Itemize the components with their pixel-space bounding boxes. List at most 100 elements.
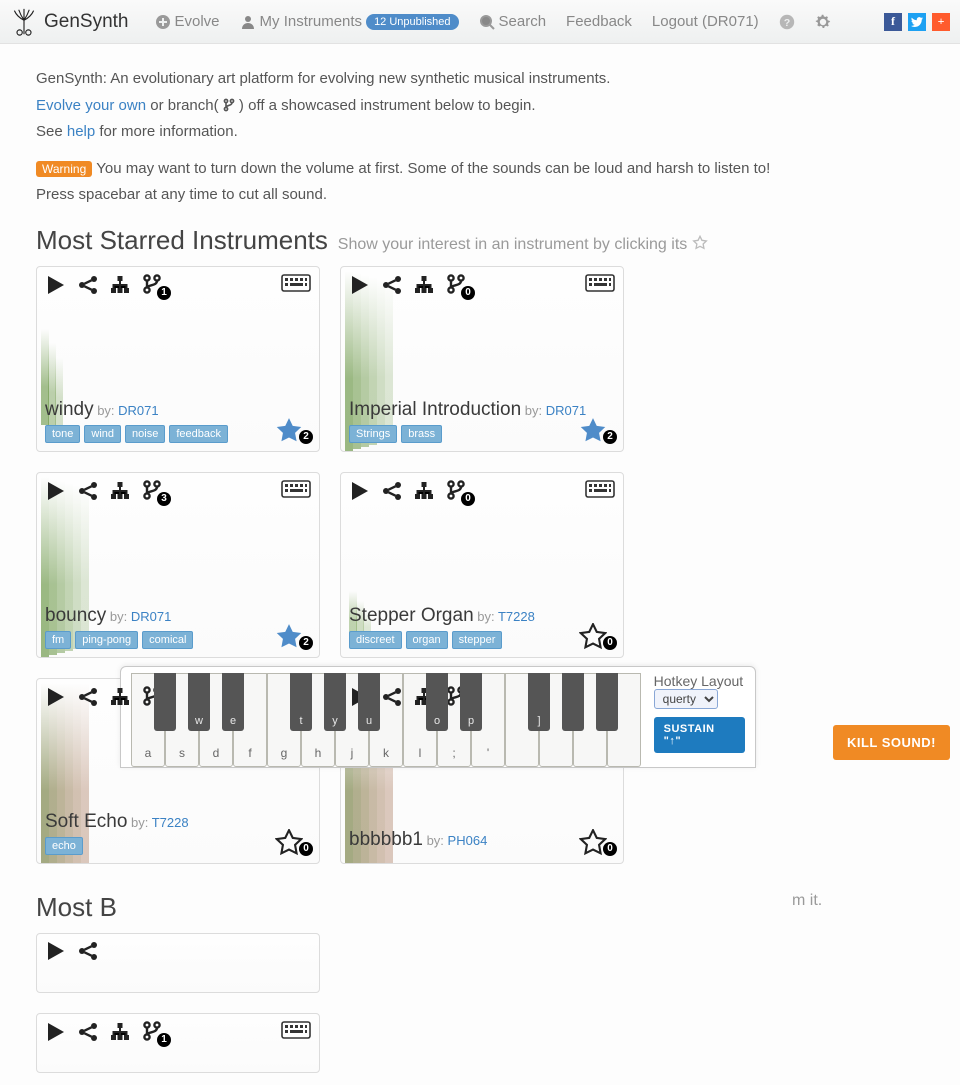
instrument-title[interactable]: bbbbbb1 bbox=[349, 829, 423, 850]
nav-search[interactable]: Search bbox=[471, 7, 555, 36]
black-key[interactable]: u bbox=[358, 673, 380, 731]
share-icon[interactable] bbox=[381, 686, 403, 708]
nav-help[interactable]: ? bbox=[771, 8, 803, 36]
tag[interactable]: ping-pong bbox=[75, 631, 138, 649]
tag[interactable]: noise bbox=[125, 425, 165, 443]
lineage-icon[interactable] bbox=[413, 480, 435, 502]
intro-line2c: ) off a showcased instrument below to be… bbox=[235, 97, 536, 114]
fork-button[interactable]: 1 bbox=[141, 1020, 163, 1045]
sustain-button[interactable]: SUSTAIN "↑" bbox=[654, 717, 745, 753]
black-key[interactable]: p bbox=[460, 673, 482, 731]
tag[interactable]: comical bbox=[142, 631, 193, 649]
unpublished-badge[interactable]: 12 Unpublished bbox=[366, 14, 458, 30]
share-icon[interactable] bbox=[77, 480, 99, 502]
fork-button[interactable]: 0 bbox=[445, 273, 467, 298]
addthis-icon[interactable]: + bbox=[932, 13, 950, 31]
play-icon[interactable] bbox=[45, 1021, 67, 1043]
play-icon[interactable] bbox=[45, 480, 67, 502]
tag[interactable]: discreet bbox=[349, 631, 402, 649]
share-icon[interactable] bbox=[77, 274, 99, 296]
tag[interactable]: feedback bbox=[169, 425, 228, 443]
instrument-card[interactable]: 0Imperial Introduction by: DR071Stringsb… bbox=[340, 266, 624, 452]
black-key[interactable]: ] bbox=[528, 673, 550, 731]
black-key[interactable] bbox=[154, 673, 176, 731]
play-icon[interactable] bbox=[349, 480, 371, 502]
tag[interactable]: organ bbox=[406, 631, 448, 649]
fork-count: 0 bbox=[461, 286, 475, 300]
play-icon[interactable] bbox=[45, 940, 67, 962]
share-icon[interactable] bbox=[381, 480, 403, 502]
section-title: Most B bbox=[36, 892, 117, 922]
facebook-icon[interactable]: f bbox=[884, 13, 902, 31]
black-key[interactable] bbox=[562, 673, 584, 731]
instrument-card[interactable]: 3bouncy by: DR071fmping-pongcomical2 bbox=[36, 472, 320, 658]
tag[interactable]: stepper bbox=[452, 631, 503, 649]
instrument-card[interactable]: 1 bbox=[36, 1013, 320, 1073]
black-key[interactable] bbox=[596, 673, 618, 731]
share-icon[interactable] bbox=[77, 1021, 99, 1043]
author-link[interactable]: PH064 bbox=[448, 833, 488, 848]
keyboard-icon[interactable] bbox=[281, 1020, 311, 1040]
black-key[interactable]: w bbox=[188, 673, 210, 731]
tag[interactable]: Strings bbox=[349, 425, 397, 443]
evolve-your-own-link[interactable]: Evolve your own bbox=[36, 97, 146, 114]
keyboard-icon[interactable] bbox=[281, 273, 311, 293]
tree-logo-icon bbox=[10, 8, 38, 36]
brand[interactable]: GenSynth bbox=[10, 8, 129, 36]
instrument-title[interactable]: bouncy bbox=[45, 605, 106, 626]
share-icon[interactable] bbox=[77, 686, 99, 708]
black-key[interactable]: t bbox=[290, 673, 312, 731]
lineage-icon[interactable] bbox=[109, 1021, 131, 1043]
tag[interactable]: wind bbox=[84, 425, 121, 443]
twitter-icon[interactable] bbox=[908, 13, 926, 31]
play-icon[interactable] bbox=[349, 274, 371, 296]
instrument-title[interactable]: Imperial Introduction bbox=[349, 399, 521, 420]
author-link[interactable]: DR071 bbox=[131, 609, 171, 624]
instrument-title[interactable]: Stepper Organ bbox=[349, 605, 474, 626]
fork-button[interactable]: 3 bbox=[141, 479, 163, 504]
nav-evolve[interactable]: Evolve bbox=[147, 7, 228, 36]
fork-button[interactable]: 1 bbox=[141, 273, 163, 298]
keyboard-icon[interactable] bbox=[585, 273, 615, 293]
question-circle-icon: ? bbox=[779, 14, 795, 30]
nav-logout[interactable]: Logout (DR071) bbox=[644, 7, 767, 36]
branched-sub-tail: m it. bbox=[792, 892, 822, 910]
author-link[interactable]: DR071 bbox=[118, 403, 158, 418]
help-link[interactable]: help bbox=[67, 123, 95, 140]
play-icon[interactable] bbox=[45, 686, 67, 708]
black-key[interactable]: e bbox=[222, 673, 244, 731]
play-icon[interactable] bbox=[45, 274, 67, 296]
instrument-card[interactable] bbox=[36, 933, 320, 993]
author-by: by: T7228 bbox=[127, 815, 188, 830]
intro-line3c: for more information. bbox=[95, 123, 238, 140]
keyboard-icon[interactable] bbox=[281, 479, 311, 499]
nav-feedback[interactable]: Feedback bbox=[558, 7, 640, 36]
tag[interactable]: brass bbox=[401, 425, 442, 443]
black-key[interactable]: y bbox=[324, 673, 346, 731]
keyboard-icon[interactable] bbox=[585, 479, 615, 499]
gear-icon bbox=[815, 14, 831, 30]
tag[interactable]: echo bbox=[45, 837, 83, 855]
lineage-icon[interactable] bbox=[413, 274, 435, 296]
nav-my-instruments[interactable]: My Instruments 12 Unpublished bbox=[232, 7, 467, 36]
instrument-card[interactable]: 0Stepper Organ by: T7228discreetorganste… bbox=[340, 472, 624, 658]
instrument-title[interactable]: Soft Echo bbox=[45, 811, 127, 832]
kill-sound-button[interactable]: KILL SOUND! bbox=[833, 725, 950, 760]
lineage-icon[interactable] bbox=[109, 274, 131, 296]
share-icon[interactable] bbox=[77, 940, 99, 962]
tag[interactable]: tone bbox=[45, 425, 80, 443]
black-key[interactable]: o bbox=[426, 673, 448, 731]
share-icon[interactable] bbox=[381, 274, 403, 296]
author-link[interactable]: T7228 bbox=[498, 609, 535, 624]
hotkey-layout-select[interactable]: querty bbox=[654, 689, 718, 709]
lineage-icon[interactable] bbox=[109, 480, 131, 502]
instrument-title[interactable]: windy bbox=[45, 399, 94, 420]
lineage-icon[interactable] bbox=[109, 686, 131, 708]
intro-line2b: or branch( bbox=[146, 97, 223, 114]
tag[interactable]: fm bbox=[45, 631, 71, 649]
nav-settings[interactable] bbox=[807, 8, 839, 36]
fork-button[interactable]: 0 bbox=[445, 479, 467, 504]
author-link[interactable]: T7228 bbox=[152, 815, 189, 830]
instrument-card[interactable]: 1windy by: DR071tonewindnoisefeedback2 bbox=[36, 266, 320, 452]
author-link[interactable]: DR071 bbox=[546, 403, 586, 418]
